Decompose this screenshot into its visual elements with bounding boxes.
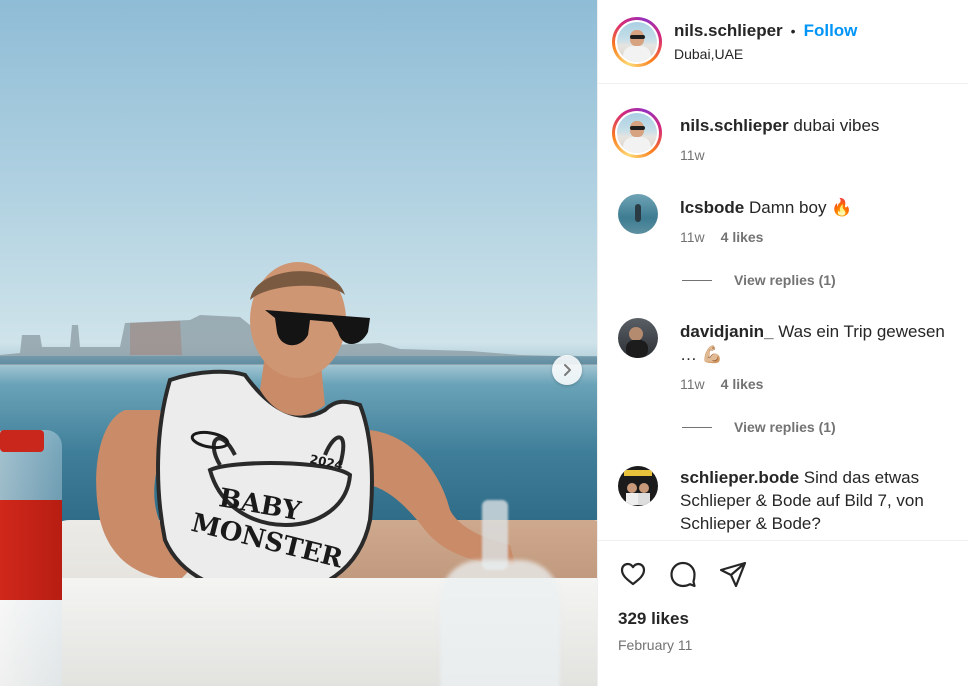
- next-photo-button[interactable]: [552, 355, 582, 385]
- comment-age[interactable]: 11w: [680, 376, 705, 392]
- comment-likes[interactable]: 4 likes: [721, 229, 764, 245]
- post-side-panel: nils.schlieper • Follow Dubai,UAE nils.s…: [597, 0, 968, 686]
- commenter-avatar[interactable]: [618, 194, 658, 234]
- instagram-post: BABY MONSTER 2024 nils.schlieper • Follo…: [0, 0, 968, 686]
- post-actions: 329 likes February 11: [598, 540, 968, 686]
- post-header: nils.schlieper • Follow Dubai,UAE: [598, 0, 968, 84]
- comment-age[interactable]: 11w: [680, 229, 705, 245]
- comment-likes[interactable]: 4 likes: [721, 376, 764, 392]
- likes-count[interactable]: 329 likes: [618, 609, 689, 629]
- separator-dot: •: [790, 23, 796, 39]
- author-avatar[interactable]: [612, 16, 662, 67]
- comments-list[interactable]: nils.schlieper dubai vibes 11w lcsbode D…: [598, 84, 968, 540]
- heart-icon[interactable]: [618, 559, 648, 589]
- chevron-right-icon: [564, 364, 571, 376]
- comment-icon[interactable]: [668, 559, 698, 589]
- caption-username[interactable]: nils.schlieper: [680, 116, 789, 135]
- post-location[interactable]: Dubai,UAE: [674, 46, 857, 62]
- comment-username[interactable]: schlieper.bode: [680, 468, 799, 487]
- post-date[interactable]: February 11: [618, 637, 692, 653]
- share-icon[interactable]: [718, 559, 748, 589]
- bottle-cap: [0, 430, 44, 452]
- view-replies-button[interactable]: View replies (1): [682, 419, 836, 435]
- author-username[interactable]: nils.schlieper: [674, 21, 783, 41]
- caption-text: dubai vibes: [793, 116, 880, 135]
- caption-avatar[interactable]: [612, 108, 662, 158]
- view-replies-button[interactable]: View replies (1): [682, 272, 836, 288]
- comment-username[interactable]: davidjanin_: [680, 322, 774, 341]
- comment-text: Damn boy 🔥: [748, 198, 853, 217]
- follow-button[interactable]: Follow: [804, 21, 858, 41]
- bottle-label: [0, 500, 62, 600]
- dispenser-bottle: [440, 560, 560, 686]
- post-photo[interactable]: BABY MONSTER 2024: [0, 0, 597, 686]
- comment-username[interactable]: lcsbode: [680, 198, 744, 217]
- caption-age[interactable]: 11w: [680, 147, 705, 163]
- commenter-avatar[interactable]: [618, 318, 658, 358]
- commenter-avatar[interactable]: [618, 466, 658, 506]
